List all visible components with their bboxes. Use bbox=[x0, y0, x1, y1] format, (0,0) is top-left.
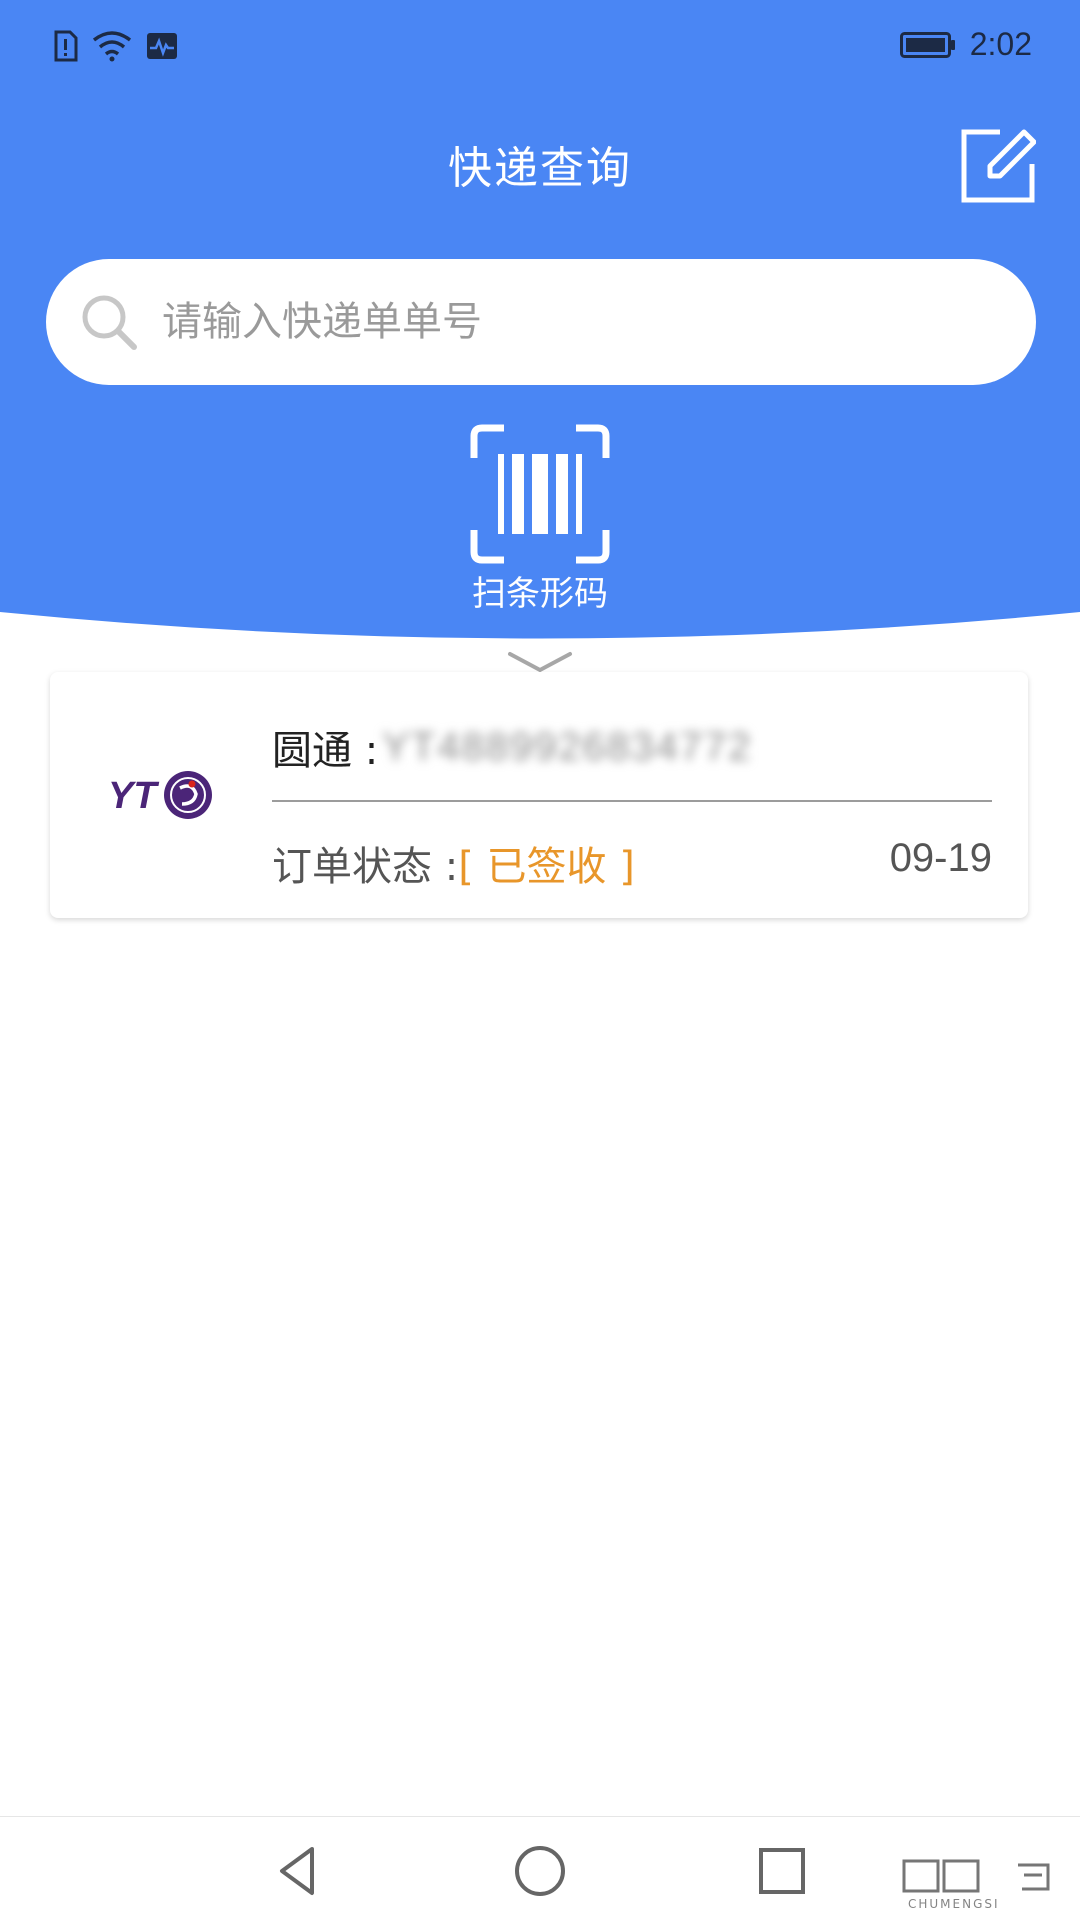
status-icons-right: 2:02 bbox=[899, 26, 1032, 63]
carrier-row: 圆通 : YT4889926834772 bbox=[272, 718, 753, 776]
watermark-logo bbox=[902, 1859, 1050, 1893]
activity-icon bbox=[147, 33, 177, 59]
order-status-label: 订单状态 : bbox=[272, 844, 459, 890]
order-date: 09-19 bbox=[889, 836, 992, 880]
system-nav-bar: CHUMENGSI bbox=[0, 1816, 1080, 1920]
order-status-row: 订单状态 : [ 已签收 ] bbox=[272, 834, 635, 892]
battery-icon bbox=[899, 31, 955, 58]
watermark: CHUMENGSI bbox=[898, 1855, 1068, 1913]
search-icon bbox=[82, 295, 137, 350]
status-time: 2:02 bbox=[969, 26, 1032, 62]
wifi-icon bbox=[92, 31, 132, 62]
edit-icon[interactable] bbox=[960, 128, 1036, 204]
home-circle-icon[interactable] bbox=[510, 1841, 570, 1901]
barcode-scan-icon[interactable] bbox=[470, 424, 610, 564]
watermark-text: CHUMENGSI bbox=[908, 1897, 1000, 1911]
card-divider bbox=[272, 800, 992, 802]
recents-square-icon[interactable] bbox=[752, 1841, 812, 1901]
search-input[interactable] bbox=[160, 298, 984, 346]
status-bar: 2:02 bbox=[0, 0, 1080, 96]
scan-label[interactable]: 扫条形码 bbox=[0, 566, 1080, 615]
order-status-badge: [ 已签收 ] bbox=[458, 844, 635, 890]
back-triangle-icon[interactable] bbox=[268, 1841, 328, 1901]
carrier-name: 圆通 : bbox=[272, 728, 379, 774]
page-title: 快递查询 bbox=[448, 143, 632, 194]
yto-logo: YT bbox=[108, 771, 212, 819]
sim-alert-icon bbox=[54, 30, 78, 62]
search-bar[interactable] bbox=[46, 259, 1036, 385]
app-screen: 2:02 快递查询 扫条形码 YT bbox=[0, 0, 1080, 1920]
tracking-number: YT4889926834772 bbox=[382, 724, 753, 769]
order-card[interactable]: YT 圆通 : YT4889926834772 订单状态 : [ 已签收 ] 0… bbox=[50, 672, 1028, 918]
status-icons-left bbox=[52, 30, 178, 62]
yto-logo-text: YT bbox=[108, 775, 159, 817]
